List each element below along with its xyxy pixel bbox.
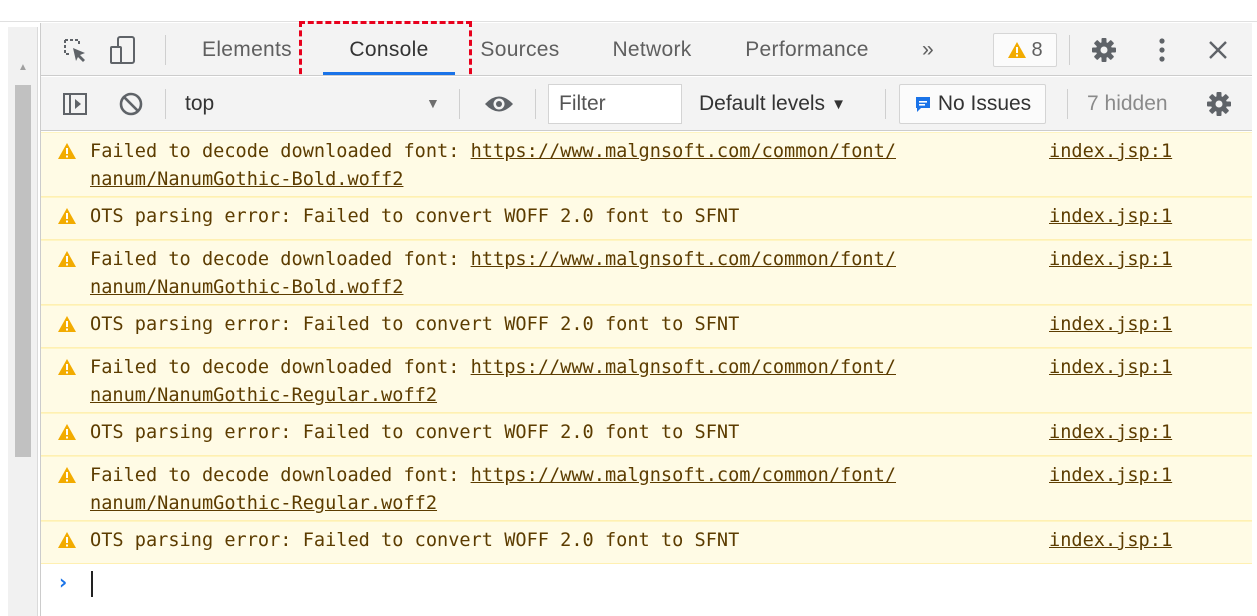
message-text: OTS parsing error: Failed to convert WOF…: [90, 206, 740, 227]
message-source-link[interactable]: index.jsp:1: [1049, 462, 1172, 490]
message-source-link[interactable]: index.jsp:1: [1049, 527, 1172, 555]
window-top-edge: [0, 0, 1257, 22]
message-url-continuation[interactable]: nanum/NanumGothic-Regular.woff2: [90, 490, 1050, 518]
devtools-panel: Elements Console Sources Network Perform…: [40, 21, 1252, 616]
message-text: OTS parsing error: Failed to convert WOF…: [90, 530, 740, 551]
issues-label: No Issues: [937, 92, 1032, 115]
tab-bar: Elements Console Sources Network Perform…: [41, 21, 1252, 93]
message-source-link[interactable]: index.jsp:1: [1049, 138, 1172, 166]
message-source-link[interactable]: index.jsp:1: [1049, 203, 1172, 231]
log-levels-label: Default levels: [699, 92, 826, 115]
scrollbar[interactable]: ▲: [8, 27, 38, 616]
more-tabs-chevron-icon[interactable]: »: [911, 23, 945, 76]
console-toolbar: top ▼ Default levels ▼: [41, 77, 1252, 131]
message-text: Failed to decode downloaded font: https:…: [90, 138, 1050, 194]
message-prefix: Failed to decode downloaded font:: [90, 249, 471, 270]
message-url-link[interactable]: https://www.malgnsoft.com/common/font/: [471, 465, 896, 486]
eye-icon[interactable]: [479, 89, 519, 119]
kebab-menu-icon[interactable]: [1147, 34, 1177, 66]
message-url-link[interactable]: https://www.malgnsoft.com/common/font/: [471, 141, 896, 162]
hidden-messages-count: 7 hidden: [1087, 92, 1168, 115]
warning-icon: [58, 424, 76, 440]
console-warning-message: OTS parsing error: Failed to convert WOF…: [41, 521, 1252, 564]
console-warning-message: Failed to decode downloaded font: https:…: [41, 348, 1252, 413]
console-prompt[interactable]: ›: [41, 564, 1252, 604]
message-source-link[interactable]: index.jsp:1: [1049, 311, 1172, 339]
message-url-continuation[interactable]: nanum/NanumGothic-Bold.woff2: [90, 274, 1050, 302]
gear-icon[interactable]: [1087, 34, 1121, 66]
tab-performance[interactable]: Performance: [731, 23, 883, 76]
console-warning-message: OTS parsing error: Failed to convert WOF…: [41, 413, 1252, 456]
message-prefix: Failed to decode downloaded font:: [90, 465, 471, 486]
warning-icon: [58, 532, 76, 548]
message-source-link[interactable]: index.jsp:1: [1049, 354, 1172, 382]
console-settings-gear-icon[interactable]: [1203, 89, 1235, 119]
text-caret: [91, 571, 93, 597]
scroll-thumb[interactable]: [15, 85, 31, 457]
console-warning-message: Failed to decode downloaded font: https:…: [41, 240, 1252, 305]
prompt-chevron-icon: ›: [59, 570, 68, 594]
message-url-link[interactable]: https://www.malgnsoft.com/common/font/: [471, 249, 896, 270]
log-levels-dropdown[interactable]: Default levels ▼: [699, 77, 846, 131]
console-warning-message: OTS parsing error: Failed to convert WOF…: [41, 305, 1252, 348]
context-selector[interactable]: top: [185, 77, 214, 131]
toolbar-divider: [535, 89, 536, 119]
warning-icon: [58, 316, 76, 332]
warnings-badge[interactable]: 8: [993, 33, 1057, 67]
toolbar-divider: [459, 89, 460, 119]
console-warning-message: Failed to decode downloaded font: https:…: [41, 132, 1252, 197]
close-icon[interactable]: [1201, 34, 1235, 66]
sidebar-toggle-icon[interactable]: [59, 89, 91, 119]
clear-console-icon[interactable]: [115, 89, 147, 119]
message-prefix: Failed to decode downloaded font:: [90, 357, 471, 378]
inspect-icon[interactable]: [59, 35, 91, 65]
warning-count: 8: [1031, 38, 1043, 61]
message-text: Failed to decode downloaded font: https:…: [90, 354, 1050, 410]
issues-button[interactable]: No Issues: [899, 84, 1046, 124]
message-text: Failed to decode downloaded font: https:…: [90, 462, 1050, 518]
toolbar-divider: [885, 89, 886, 119]
tabbar-divider: [165, 35, 166, 65]
toolbar-divider: [1067, 89, 1068, 119]
tab-sources[interactable]: Sources: [469, 23, 571, 76]
console-messages: Failed to decode downloaded font: https:…: [41, 132, 1252, 604]
warning-icon: [58, 251, 76, 267]
tabbar-divider: [1069, 35, 1070, 65]
message-url-continuation[interactable]: nanum/NanumGothic-Bold.woff2: [90, 166, 1050, 194]
warning-icon: [58, 359, 76, 375]
warning-icon: [1008, 42, 1027, 58]
tab-network[interactable]: Network: [597, 23, 707, 76]
issues-icon: [915, 97, 930, 112]
message-url-continuation[interactable]: nanum/NanumGothic-Regular.woff2: [90, 382, 1050, 410]
message-prefix: Failed to decode downloaded font:: [90, 141, 471, 162]
warning-icon: [58, 143, 76, 159]
message-text: OTS parsing error: Failed to convert WOF…: [90, 422, 740, 443]
message-text: OTS parsing error: Failed to convert WOF…: [90, 314, 740, 335]
message-source-link[interactable]: index.jsp:1: [1049, 246, 1172, 274]
message-url-link[interactable]: https://www.malgnsoft.com/common/font/: [471, 357, 896, 378]
device-toggle-icon[interactable]: [107, 33, 139, 67]
console-warning-message: OTS parsing error: Failed to convert WOF…: [41, 197, 1252, 240]
message-source-link[interactable]: index.jsp:1: [1049, 419, 1172, 447]
warning-icon: [58, 208, 76, 224]
scroll-up-arrow-icon[interactable]: ▲: [16, 63, 30, 73]
warning-icon: [58, 467, 76, 483]
tab-elements[interactable]: Elements: [189, 23, 305, 76]
chevron-down-icon: ▼: [831, 95, 846, 113]
message-text: Failed to decode downloaded font: https:…: [90, 246, 1050, 302]
console-warning-message: Failed to decode downloaded font: https:…: [41, 456, 1252, 521]
toolbar-divider: [165, 89, 166, 119]
filter-input[interactable]: [548, 84, 682, 124]
chevron-down-icon[interactable]: ▼: [426, 95, 440, 111]
devtools-window: ▲ Elements Console Sources Network Perfo…: [0, 0, 1257, 616]
